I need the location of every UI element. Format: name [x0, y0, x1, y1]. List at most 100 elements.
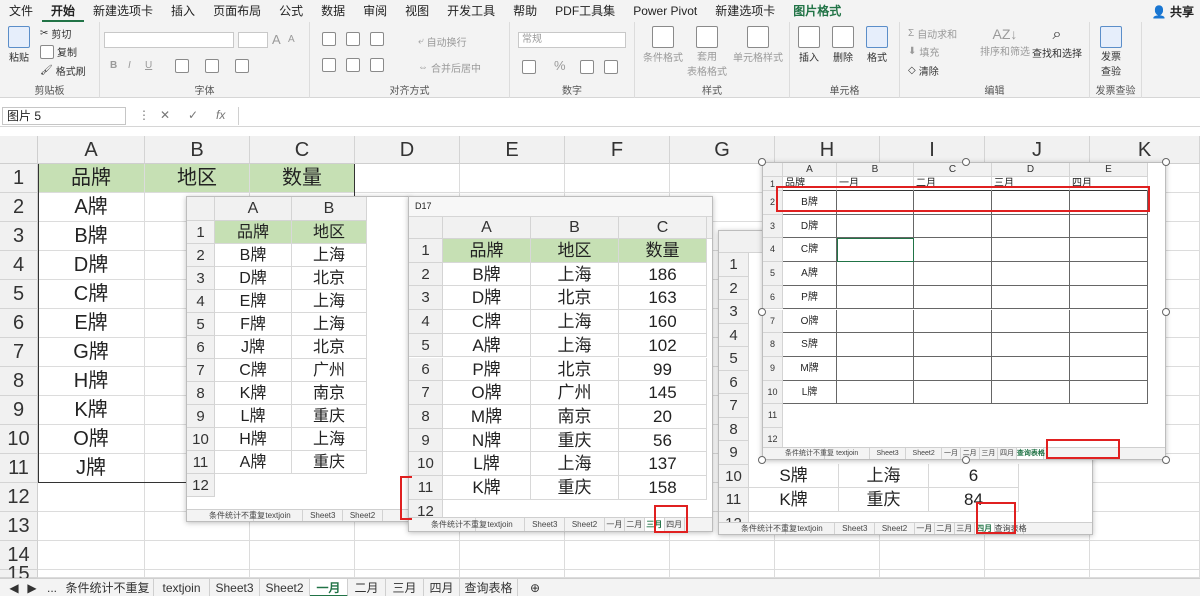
sheet-tab[interactable]: textjoin: [154, 579, 210, 596]
menu-tab[interactable]: 视图: [396, 0, 438, 22]
grid-cell[interactable]: [250, 541, 355, 570]
grid-cell[interactable]: G牌: [38, 338, 145, 367]
menu-tab[interactable]: PDF工具集: [546, 0, 624, 22]
row-header[interactable]: 6: [0, 309, 38, 338]
column-header[interactable]: C: [250, 136, 355, 164]
menu-tab[interactable]: 数据: [312, 0, 354, 22]
resize-handle[interactable]: [962, 456, 970, 464]
sheet-tab[interactable]: 二月: [348, 579, 386, 596]
grid-cell[interactable]: [985, 570, 1090, 578]
grid-cell[interactable]: K牌: [38, 396, 145, 425]
sheet-tab[interactable]: 查询表格: [460, 579, 518, 596]
column-header[interactable]: K: [1090, 136, 1200, 164]
namebox-dropdown-icon[interactable]: ⋮: [138, 108, 150, 122]
column-header[interactable]: H: [775, 136, 880, 164]
find-select-button[interactable]: ⌕ 查找和选择: [1032, 26, 1082, 60]
grid-cell[interactable]: [670, 541, 775, 570]
grid-cell[interactable]: [880, 541, 985, 570]
fill-button[interactable]: ⬇ 填充: [908, 44, 939, 59]
grid-cell[interactable]: [38, 483, 145, 512]
grid-cell[interactable]: [460, 541, 565, 570]
conditional-format-button[interactable]: 条件格式: [643, 26, 683, 64]
shrink-font-button[interactable]: A: [288, 34, 295, 45]
grid-cell[interactable]: H牌: [38, 367, 145, 396]
menu-tab[interactable]: 新建选项卡: [706, 0, 784, 22]
row-header[interactable]: 13: [0, 512, 38, 541]
grid-cell[interactable]: [565, 570, 670, 578]
font-name-select[interactable]: [104, 32, 234, 48]
grid-cell[interactable]: [1090, 570, 1200, 578]
clear-button[interactable]: ◇ 清除: [908, 63, 939, 78]
currency-icon[interactable]: [522, 60, 536, 74]
row-header[interactable]: 8: [0, 367, 38, 396]
cut-button[interactable]: ✂ 剪切: [40, 26, 71, 41]
column-header[interactable]: D: [355, 136, 460, 164]
row-header[interactable]: 1: [0, 164, 38, 193]
share-button[interactable]: 👤 共享: [1152, 3, 1194, 20]
menu-tab[interactable]: 公式: [270, 0, 312, 22]
add-sheet-button[interactable]: ⊕: [526, 579, 544, 596]
number-format-select[interactable]: 常规: [518, 32, 626, 48]
column-header[interactable]: B: [145, 136, 250, 164]
menu-tab[interactable]: Power Pivot: [624, 0, 706, 22]
decimal-icon[interactable]: [604, 60, 618, 74]
insert-cells-button[interactable]: 插入: [798, 26, 820, 64]
sheet-nav-button[interactable]: ▶: [24, 579, 40, 596]
grid-cell[interactable]: [670, 570, 775, 578]
row-header[interactable]: 4: [0, 251, 38, 280]
column-header[interactable]: A: [38, 136, 145, 164]
comma-icon[interactable]: [580, 60, 594, 74]
align-right-icon[interactable]: [370, 58, 384, 72]
row-header[interactable]: 2: [0, 193, 38, 222]
resize-handle[interactable]: [758, 308, 766, 316]
menu-tab[interactable]: 图片格式: [784, 0, 850, 22]
row-header[interactable]: 11: [0, 454, 38, 483]
font-size-select[interactable]: [238, 32, 268, 48]
grow-font-button[interactable]: A: [272, 32, 281, 47]
grid-cell[interactable]: [1090, 483, 1200, 512]
sort-filter-button[interactable]: AZ↓ 排序和筛选: [980, 26, 1030, 58]
percent-button[interactable]: %: [554, 58, 566, 73]
fill-color-button[interactable]: [205, 59, 219, 73]
align-top-icon[interactable]: [322, 32, 336, 46]
border-button[interactable]: [175, 59, 189, 73]
paste-button[interactable]: 粘贴: [8, 26, 30, 64]
embedded-image-sheet2[interactable]: A B 1 2 3 4 5 6 7 8 9 10 11 12 品牌 地区 B牌 上海 D牌 北京 E牌 上海 F牌 上海 J牌北…: [186, 196, 411, 522]
invoice-check-button[interactable]: 发票 查验: [1100, 26, 1122, 78]
grid-cell[interactable]: J牌: [38, 454, 145, 483]
grid-cell[interactable]: [460, 164, 565, 193]
grid-cell[interactable]: [38, 570, 145, 578]
align-left-icon[interactable]: [322, 58, 336, 72]
font-color-button[interactable]: [235, 59, 249, 73]
resize-handle[interactable]: [758, 456, 766, 464]
formula-input[interactable]: [238, 107, 1196, 125]
grid-cell[interactable]: [355, 570, 460, 578]
grid-cell[interactable]: [38, 541, 145, 570]
bold-button[interactable]: B: [110, 60, 117, 71]
select-all-corner[interactable]: [0, 136, 38, 164]
column-header[interactable]: F: [565, 136, 670, 164]
column-header[interactable]: E: [460, 136, 565, 164]
grid-cell[interactable]: [355, 164, 460, 193]
autosum-button[interactable]: Σ 自动求和: [908, 26, 957, 41]
grid-cell[interactable]: [1090, 512, 1200, 541]
grid-cell[interactable]: [565, 164, 670, 193]
align-bottom-icon[interactable]: [370, 32, 384, 46]
sheet-tab[interactable]: 四月: [424, 579, 460, 596]
grid-cell[interactable]: [775, 570, 880, 578]
sheet-tab[interactable]: 条件统计不重复: [62, 579, 154, 596]
row-header[interactable]: 15: [0, 564, 38, 584]
grid-cell[interactable]: [250, 570, 355, 578]
menu-tab[interactable]: 新建选项卡: [84, 0, 162, 22]
sheet-nav-button[interactable]: ...: [44, 579, 60, 596]
resize-handle[interactable]: [1162, 308, 1170, 316]
grid-cell[interactable]: B牌: [38, 222, 145, 251]
sheet-tab[interactable]: 一月: [310, 579, 348, 596]
grid-cell[interactable]: C牌: [38, 280, 145, 309]
sheet-tab[interactable]: Sheet3: [210, 579, 260, 596]
row-header[interactable]: 9: [0, 396, 38, 425]
row-header[interactable]: 7: [0, 338, 38, 367]
grid-cell[interactable]: 地区: [145, 164, 250, 193]
format-as-table-button[interactable]: 套用 表格格式: [687, 26, 727, 78]
grid-cell[interactable]: [145, 570, 250, 578]
